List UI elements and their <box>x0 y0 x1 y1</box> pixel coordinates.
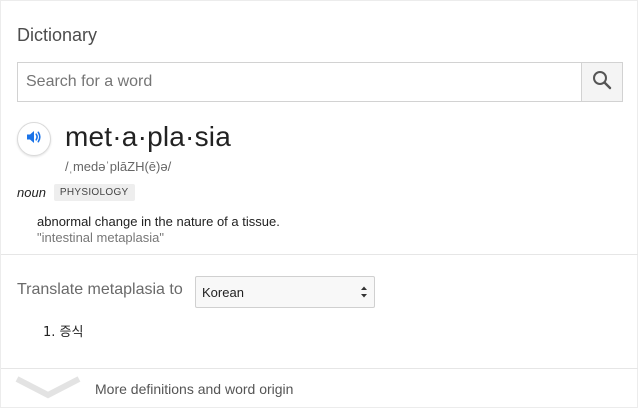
speaker-icon <box>25 128 43 151</box>
dictionary-card: Dictionary met·a·pla·sia /ˌmedəˈplāZH(ē)… <box>0 0 638 408</box>
section-divider <box>1 254 638 255</box>
translation-result: 1. 증식 <box>43 325 84 340</box>
language-select[interactable]: Korean <box>195 276 375 308</box>
search-box <box>17 62 623 102</box>
part-of-speech-row: noun PHYSIOLOGY <box>17 184 135 201</box>
more-definitions-label: More definitions and word origin <box>95 381 294 397</box>
select-arrows-icon <box>360 284 368 300</box>
subject-label: PHYSIOLOGY <box>53 184 135 201</box>
headword: met·a·pla·sia <box>65 121 231 152</box>
phonetic-spelling: /ˌmedəˈplāZH(ē)ə/ <box>65 159 172 174</box>
definition-text: abnormal change in the nature of a tissu… <box>37 214 280 229</box>
search-button[interactable] <box>581 63 622 101</box>
search-input[interactable] <box>18 63 581 101</box>
language-select-value: Korean <box>202 284 244 300</box>
example-text: "intestinal metaplasia" <box>37 230 165 245</box>
search-icon <box>592 70 612 95</box>
card-title: Dictionary <box>17 25 98 45</box>
translate-label: Translate metaplasia to <box>17 281 183 298</box>
pronunciation-audio-button[interactable] <box>17 122 51 156</box>
more-definitions-button[interactable]: More definitions and word origin <box>1 369 638 409</box>
chevron-down-icon <box>15 375 81 406</box>
part-of-speech: noun <box>17 185 46 200</box>
